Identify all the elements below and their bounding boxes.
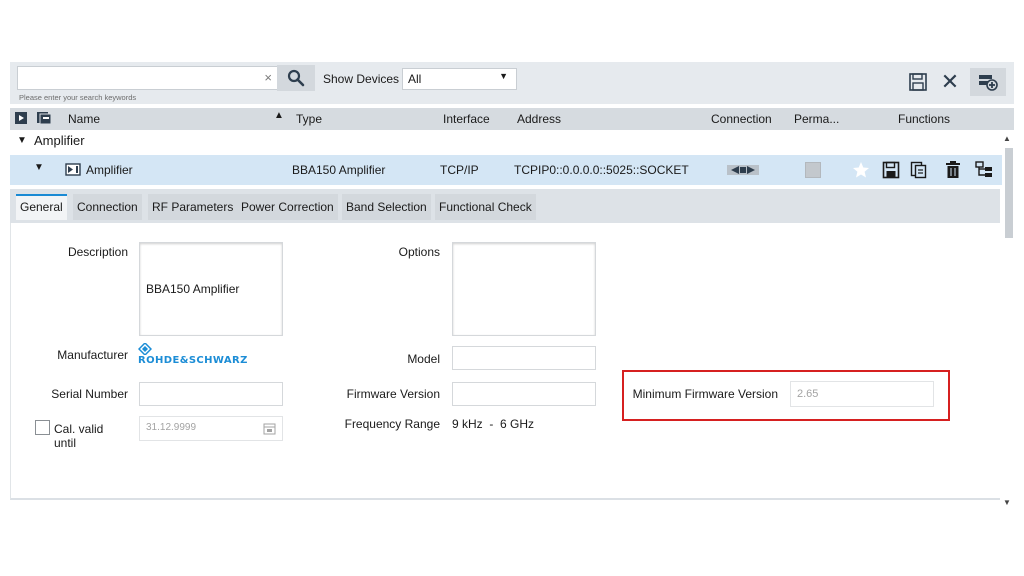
firmware-version-label: Firmware Version	[346, 387, 440, 401]
column-name[interactable]: Name	[68, 112, 100, 126]
firmware-version-field[interactable]	[452, 382, 596, 406]
search-icon	[287, 69, 305, 87]
column-functions[interactable]: Functions	[898, 112, 950, 126]
copy-device-icon[interactable]	[910, 161, 928, 179]
column-type[interactable]: Type	[296, 112, 322, 126]
tab-band-selection[interactable]: Band Selection	[342, 194, 431, 220]
manufacturer-logo: ROHDE&SCHWARZ	[138, 343, 248, 366]
tab-connection[interactable]: Connection	[73, 194, 142, 220]
save-device-icon[interactable]	[882, 161, 900, 179]
save-button[interactable]	[903, 68, 933, 96]
description-value: BBA150 Amplifier	[146, 282, 240, 296]
column-interface[interactable]: Interface	[443, 112, 490, 126]
column-permanent[interactable]: Perma...	[794, 112, 839, 126]
tab-functional-check[interactable]: Functional Check	[435, 194, 536, 220]
trash-icon[interactable]	[945, 161, 961, 179]
group-label: Amplifier	[34, 133, 85, 148]
add-device-icon	[979, 75, 998, 91]
options-field[interactable]	[452, 242, 596, 336]
options-label: Options	[398, 245, 440, 259]
search-input[interactable]	[18, 67, 248, 89]
manufacturer-logo-text: ROHDE&SCHWARZ	[138, 355, 248, 366]
highlight-box	[622, 370, 950, 421]
scroll-up-icon[interactable]: ▲	[1003, 134, 1011, 143]
description-label: Description	[67, 245, 128, 259]
device-tree-icon[interactable]	[975, 161, 993, 179]
show-devices-label: Show Devices	[323, 72, 400, 86]
manufacturer-label: Manufacturer	[57, 348, 128, 362]
close-icon: ✕	[940, 69, 960, 94]
model-label: Model	[407, 352, 440, 366]
device-name: Amplifier	[86, 163, 133, 177]
tab-power-correction[interactable]: Power Correction	[237, 194, 338, 220]
model-field[interactable]	[452, 346, 596, 370]
scrollbar-thumb[interactable]	[1005, 148, 1013, 238]
scroll-down-icon[interactable]: ▼	[1003, 498, 1011, 507]
device-tabs: General Connection RF Parameters Power C…	[10, 189, 1000, 223]
close-button[interactable]: ✕	[938, 68, 962, 96]
rohde-schwarz-emblem-icon	[138, 343, 152, 355]
show-devices-value: All	[408, 72, 422, 86]
amplifier-device-icon	[65, 163, 81, 176]
column-header-row: Name ▲ Type Interface Address Connection…	[10, 108, 1014, 130]
cal-valid-checkbox[interactable]	[35, 420, 50, 435]
tab-rf-parameters[interactable]: RF Parameters	[148, 194, 238, 220]
tab-general[interactable]: General	[16, 194, 67, 220]
column-connection[interactable]: Connection	[711, 112, 772, 126]
group-row-amplifier[interactable]: ▼ Amplifier	[10, 132, 1005, 152]
dropdown-arrow-icon: ▼	[499, 71, 508, 81]
frequency-range-value: 9 kHz - 6 GHz	[452, 417, 535, 431]
favorite-star-icon[interactable]	[852, 161, 870, 179]
header-icons	[14, 111, 52, 125]
cal-valid-date-value: 31.12.9999	[146, 422, 197, 433]
add-device-button[interactable]	[970, 68, 1006, 96]
device-interface: TCP/IP	[440, 163, 479, 177]
serial-number-label: Serial Number	[51, 387, 128, 401]
cal-valid-date-field[interactable]: 31.12.9999	[139, 416, 283, 441]
expand-all-icon[interactable]	[14, 111, 28, 125]
show-devices-select[interactable]: All ▼	[402, 68, 517, 90]
device-address: TCPIP0::0.0.0.0::5025::SOCKET	[514, 163, 689, 177]
vertical-scrollbar[interactable]: ▲ ▼	[1002, 134, 1014, 507]
device-type: BBA150 Amplifier	[292, 163, 386, 177]
search-box: ×	[17, 66, 279, 90]
frequency-range-label: Frequency Range	[344, 417, 440, 431]
device-row[interactable]: ▼ Amplifier BBA150 Amplifier TCP/IP TCPI…	[10, 155, 1002, 185]
permanent-checkbox[interactable]	[805, 162, 821, 178]
calendar-icon[interactable]	[263, 422, 276, 435]
floppy-disk-icon	[909, 73, 927, 91]
collapse-group-icon[interactable]: ▼	[17, 135, 27, 146]
search-button[interactable]	[277, 65, 315, 91]
cal-valid-label: Cal. valid until	[54, 422, 104, 450]
search-hint: Please enter your search keywords	[19, 93, 137, 102]
column-address[interactable]: Address	[517, 112, 561, 126]
sort-arrow-icon[interactable]: ▲	[274, 110, 284, 121]
toolbar: × Please enter your search keywords Show…	[10, 62, 1014, 104]
connection-plug-icon[interactable]	[727, 164, 759, 176]
clear-search-button[interactable]: ×	[264, 70, 272, 85]
collapse-device-icon[interactable]: ▼	[34, 162, 44, 173]
serial-number-field[interactable]	[139, 382, 283, 406]
collapse-all-icon[interactable]	[36, 111, 52, 125]
description-field[interactable]: BBA150 Amplifier	[139, 242, 283, 336]
